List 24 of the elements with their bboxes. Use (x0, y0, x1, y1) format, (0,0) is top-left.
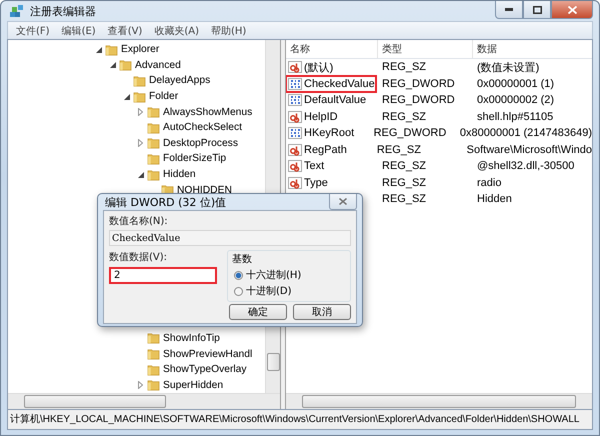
value-type-cell-text: REG_SZ (381, 193, 428, 206)
value-data-cell-text: 0x80000001 (2147483649) (458, 127, 592, 140)
value-data-cell-text: Hidden (476, 193, 512, 206)
value-type-cell-text: REG_SZ (376, 144, 422, 156)
value-data-cell-text: (数值未设置) (476, 60, 540, 75)
status-bar-path: 计算机\HKEY_LOCAL_MACHINE\SOFTWARE\Microsoft\Windows\CurrentVersion\Explorer\Advanced\Folder\Hidden\SHOWALL (10, 413, 580, 426)
window-title: 注册表编辑器 (30, 4, 96, 18)
value-data-cell-text: @shell32.dll,-30500 (476, 160, 574, 172)
value-data-cell-text: radio (476, 176, 502, 189)
value-type-cell-text: REG_DWORD (381, 94, 456, 106)
value-data-cell-text: shell.hlp#51105 (476, 110, 554, 123)
value-data-cell-text: Software\Microsoft\Windo (466, 144, 592, 156)
value-type-cell-text: REG_SZ (381, 160, 428, 172)
value-type-cell-text: REG_SZ (381, 110, 428, 123)
value-data-cell-text: 0x00000001 (1) (476, 78, 554, 90)
value-data-cell-text: 0x00000002 (2) (476, 94, 554, 106)
value-type-cell-text: REG_DWORD (381, 78, 456, 90)
field-label: 数值名称(N): (109, 215, 169, 228)
field-label: 数值数据(V): (109, 251, 168, 264)
group-label: 基数 (232, 252, 253, 266)
value-type-cell-text: REG_SZ (381, 176, 428, 189)
value-type-cell-text: REG_SZ (381, 61, 428, 74)
dialog-title: 编辑 DWORD (32 位)值 (104, 194, 226, 210)
value-type-cell-text: REG_DWORD (372, 127, 448, 140)
